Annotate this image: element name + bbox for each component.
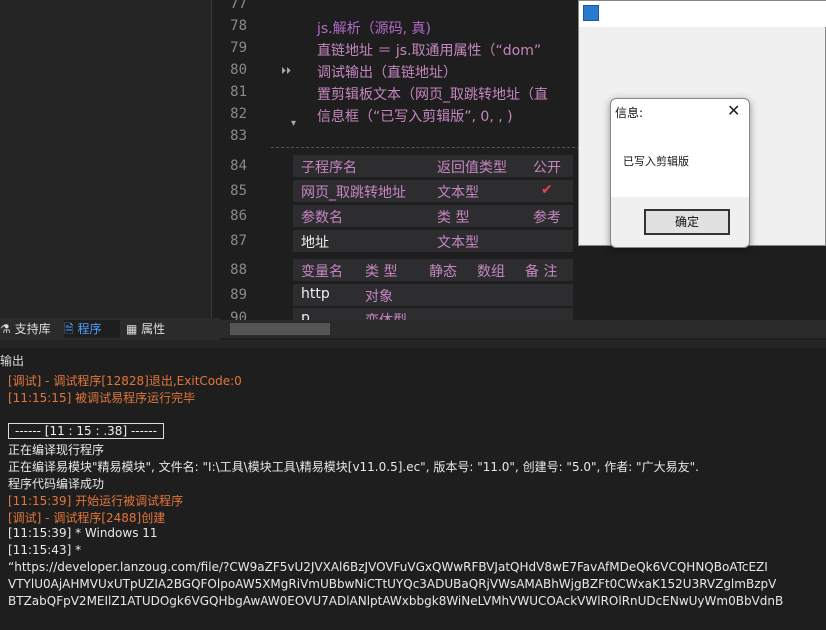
header-cell: 类 型 — [365, 264, 398, 280]
line-number: 88 — [230, 262, 247, 278]
message-box-body: 已写入剪辑版 — [611, 125, 749, 197]
output-line: [11:15:39] 开始运行被调试程序 — [8, 494, 184, 508]
document-icon: 🗎 — [64, 322, 74, 336]
param-name[interactable]: 地址 — [301, 232, 329, 252]
message-text: 已写入剪辑版 — [623, 155, 689, 168]
var-type[interactable]: 对象 — [365, 286, 393, 306]
output-line: [11:15:43] * — [8, 543, 82, 557]
var-header-row: 变量名 类 型 静态 数组 备 注 — [293, 259, 573, 281]
output-line: “https://developer.lanzoug.com/file/?CW9… — [8, 560, 768, 574]
line-number: 80 — [230, 62, 247, 78]
line-number: 79 — [230, 40, 247, 56]
app-icon — [583, 5, 599, 21]
code-line[interactable]: js.解析（源码, 真) — [317, 18, 431, 38]
message-box: 信息: ✕ 已写入剪辑版 确定 — [610, 98, 750, 248]
code-line[interactable]: 信息框（“已写入剪辑版”, 0, , ) — [317, 106, 513, 126]
output-line: 正在编译易模块"精易模块", 文件名: "I:\工具\模块工具\精易模块[v11… — [8, 460, 699, 474]
var-name[interactable]: http — [301, 286, 330, 302]
line-number: 84 — [230, 158, 247, 174]
code-line[interactable]: 调试输出（直链地址） — [317, 62, 457, 82]
library-icon: ⚗ — [0, 322, 11, 336]
subroutine-row[interactable]: 网页_取跳转地址 文本型 ✔ — [293, 180, 573, 202]
line-number: 85 — [230, 183, 247, 199]
line-number: 81 — [230, 84, 247, 100]
output-line: 正在编译现行程序 — [8, 443, 105, 457]
output-line: [11:15:15] 被调试易程序运行完毕 — [8, 391, 196, 405]
ok-button[interactable]: 确定 — [644, 209, 730, 235]
horizontal-scrollbar[interactable] — [220, 320, 826, 338]
grid-icon: ▦ — [126, 322, 138, 336]
header-cell: 数组 — [477, 264, 505, 280]
tab-support-library[interactable]: ⚗ 支持库 — [0, 320, 60, 338]
subroutine-name[interactable]: 网页_取跳转地址 — [301, 182, 406, 202]
line-number: 83 — [230, 128, 247, 144]
tab-label: 属性 — [141, 322, 166, 336]
tab-label: 支持库 — [14, 322, 51, 336]
param-row[interactable]: 地址 文本型 — [293, 230, 573, 252]
message-box-titlebar: 信息: ✕ — [611, 99, 749, 125]
panel-tabs: ⚗ 支持库 🗎 程序 ▦ 属性 — [0, 318, 220, 340]
var-row[interactable]: p 变体型 — [293, 308, 573, 320]
output-line: BTZabQFpV2MEIlZ1ATUDOgk6VGQHbgAwAW0EOVU7… — [8, 594, 784, 608]
tab-label: 程序 — [77, 322, 102, 336]
left-panel — [0, 0, 212, 318]
header-cell: 参数名 — [301, 210, 343, 226]
output-line: [11:15:39] * Windows 11 — [8, 526, 158, 540]
breakpoint-arrow-icon[interactable]: ⏵⏵ — [281, 66, 291, 77]
param-header-row: 参数名 类 型 参考 — [293, 205, 573, 227]
line-number: 87 — [230, 233, 247, 249]
output-title: 输出 — [0, 354, 25, 368]
header-cell: 静态 — [429, 264, 457, 280]
panel-divider[interactable] — [0, 340, 826, 348]
close-icon[interactable]: ✕ — [727, 101, 740, 120]
header-cell: 类 型 — [437, 210, 470, 226]
header-cell: 备 注 — [525, 264, 558, 280]
background-dialog-titlebar — [579, 1, 826, 27]
output-line: 程序代码编译成功 — [8, 477, 105, 491]
subroutine-header-row: 子程序名 返回值类型 公开 — [293, 155, 573, 177]
public-check-icon[interactable]: ✔ — [541, 182, 553, 198]
var-type[interactable]: 变体型 — [365, 310, 407, 320]
code-line[interactable]: 置剪辑板文本（网页_取跳转地址（直 — [317, 84, 548, 104]
var-name[interactable]: p — [301, 310, 310, 320]
header-cell: 公开 — [533, 160, 561, 176]
scrollbar-thumb[interactable] — [230, 323, 330, 335]
fold-arrow-icon[interactable]: ▾ — [291, 118, 296, 129]
output-line: VTYlU0AjAHMVUxUTpUZIA2BGQFOlpoAW5XMgRiVm… — [8, 577, 777, 591]
param-type[interactable]: 文本型 — [437, 232, 479, 252]
tab-program[interactable]: 🗎 程序 — [64, 320, 120, 338]
header-cell: 返回值类型 — [437, 160, 507, 176]
output-line: ------ [11 : 15 : .38] ------ — [8, 423, 164, 439]
var-row[interactable]: http 对象 — [293, 284, 573, 306]
header-cell: 变量名 — [301, 264, 343, 280]
code-line[interactable]: 直链地址 ＝ js.取通用属性（“dom” — [317, 40, 541, 60]
header-cell: 参考 — [533, 210, 561, 226]
line-number: 82 — [230, 106, 247, 122]
output-line: [调试] - 调试程序[2488]创建 — [8, 511, 166, 525]
line-number: 78 — [230, 18, 247, 34]
line-number-gutter: 77 78 79 80 81 82 83 84 85 86 87 88 89 9… — [213, 0, 273, 320]
output-panel: 输出 [调试] - 调试程序[12828]退出,ExitCode:0 [11:1… — [0, 348, 826, 630]
output-line: [调试] - 调试程序[12828]退出,ExitCode:0 — [8, 374, 242, 388]
line-number: 86 — [230, 208, 247, 224]
header-cell: 子程序名 — [301, 160, 357, 176]
line-number: 89 — [230, 287, 247, 303]
message-box-title: 信息: — [615, 106, 644, 120]
return-type[interactable]: 文本型 — [437, 182, 479, 202]
line-number: 77 — [230, 0, 247, 12]
tab-properties[interactable]: ▦ 属性 — [126, 320, 186, 338]
